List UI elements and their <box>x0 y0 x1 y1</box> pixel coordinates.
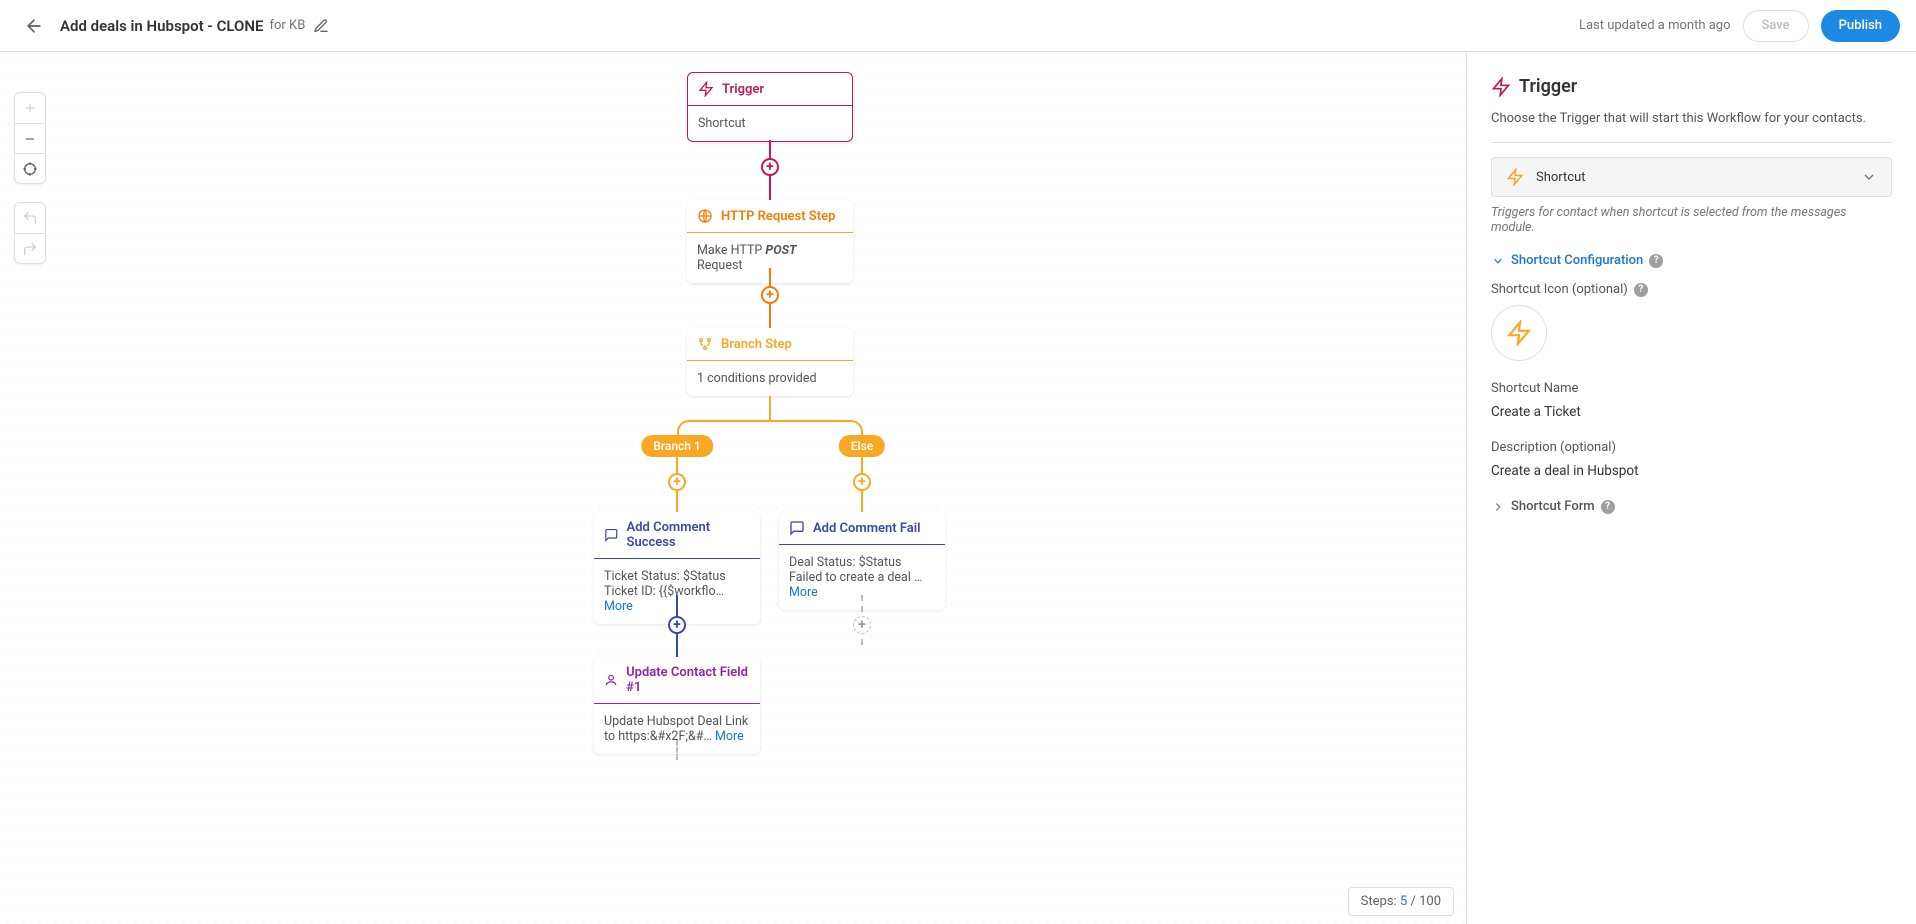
branch-pill-branch1[interactable]: Branch 1 <box>641 435 713 457</box>
section-toggle-shortcut-form[interactable]: Shortcut Form ? <box>1491 499 1892 514</box>
edit-title-button[interactable] <box>313 18 329 34</box>
panel-heading: Trigger <box>1491 76 1892 97</box>
workflow-canvas[interactable]: Trigger Shortcut + HTTP Request Step Mak… <box>0 52 1466 924</box>
more-link[interactable]: More <box>715 729 744 744</box>
user-icon <box>604 672 618 688</box>
help-icon[interactable]: ? <box>1634 283 1648 297</box>
last-updated: Last updated a month ago <box>1579 18 1731 33</box>
connector-dashed <box>676 740 678 760</box>
back-button[interactable] <box>16 8 52 44</box>
help-icon[interactable]: ? <box>1649 254 1663 268</box>
panel-description: Choose the Trigger that will start this … <box>1491 111 1892 126</box>
add-step-button[interactable]: + <box>668 616 686 634</box>
node-trigger-title: Trigger <box>722 82 764 97</box>
help-icon[interactable]: ? <box>1601 500 1615 514</box>
right-panel: Trigger Choose the Trigger that will sta… <box>1466 52 1916 924</box>
header-bar: Add deals in Hubspot - CLONE for KB Last… <box>0 0 1916 52</box>
node-comment-fail-title: Add Comment Fail <box>813 521 921 536</box>
workflow-subtitle: for KB <box>269 18 305 33</box>
zap-icon <box>1506 320 1532 346</box>
comment-icon <box>789 520 805 536</box>
node-http-title: HTTP Request Step <box>721 209 835 224</box>
add-step-button[interactable]: + <box>668 473 686 491</box>
add-step-button[interactable]: + <box>853 473 871 491</box>
publish-button[interactable]: Publish <box>1821 10 1900 42</box>
node-trigger[interactable]: Trigger Shortcut <box>687 72 853 142</box>
step-counter: Steps: 5 / 100 <box>1348 887 1454 916</box>
connector <box>769 396 771 420</box>
save-button[interactable]: Save <box>1743 10 1809 42</box>
zap-icon <box>1491 77 1511 97</box>
section-toggle-shortcut-config[interactable]: Shortcut Configuration ? <box>1491 253 1892 268</box>
field-label-icon: Shortcut Icon (optional) ? <box>1491 282 1892 297</box>
chevron-down-icon <box>1861 169 1877 185</box>
trigger-hint: Triggers for contact when shortcut is se… <box>1491 205 1892 235</box>
zap-icon <box>1506 168 1524 186</box>
branch-icon <box>697 336 713 352</box>
pencil-icon <box>313 18 329 34</box>
field-label-name: Shortcut Name <box>1491 381 1892 396</box>
field-value-name[interactable]: Create a Ticket <box>1491 404 1892 420</box>
chevron-down-icon <box>1491 500 1505 514</box>
trigger-selected-label: Shortcut <box>1536 170 1586 185</box>
zap-icon <box>698 81 714 97</box>
trigger-selector[interactable]: Shortcut <box>1491 157 1892 197</box>
chevron-down-icon <box>1491 254 1505 268</box>
branch-pill-else[interactable]: Else <box>839 435 885 457</box>
shortcut-icon-picker[interactable] <box>1491 305 1547 361</box>
node-comment-success-title: Add Comment Success <box>627 520 750 550</box>
workflow-title: Add deals in Hubspot - CLONE <box>60 17 263 35</box>
node-branch-body: 1 conditions provided <box>687 360 853 396</box>
node-ucf-title: Update Contact Field #1 <box>626 665 750 695</box>
add-step-button[interactable]: + <box>761 286 779 304</box>
node-branch[interactable]: Branch Step 1 conditions provided <box>687 328 853 396</box>
field-value-desc[interactable]: Create a deal in Hubspot <box>1491 463 1892 479</box>
more-link[interactable]: More <box>789 585 818 600</box>
add-step-button[interactable]: + <box>853 616 871 634</box>
more-link[interactable]: More <box>604 599 633 614</box>
add-step-button[interactable]: + <box>761 158 779 176</box>
field-label-desc: Description (optional) <box>1491 440 1892 455</box>
comment-icon <box>604 527 619 543</box>
http-icon <box>697 208 713 224</box>
node-trigger-body: Shortcut <box>688 105 852 141</box>
node-branch-title: Branch Step <box>721 337 792 352</box>
arrow-left-icon <box>24 16 44 36</box>
